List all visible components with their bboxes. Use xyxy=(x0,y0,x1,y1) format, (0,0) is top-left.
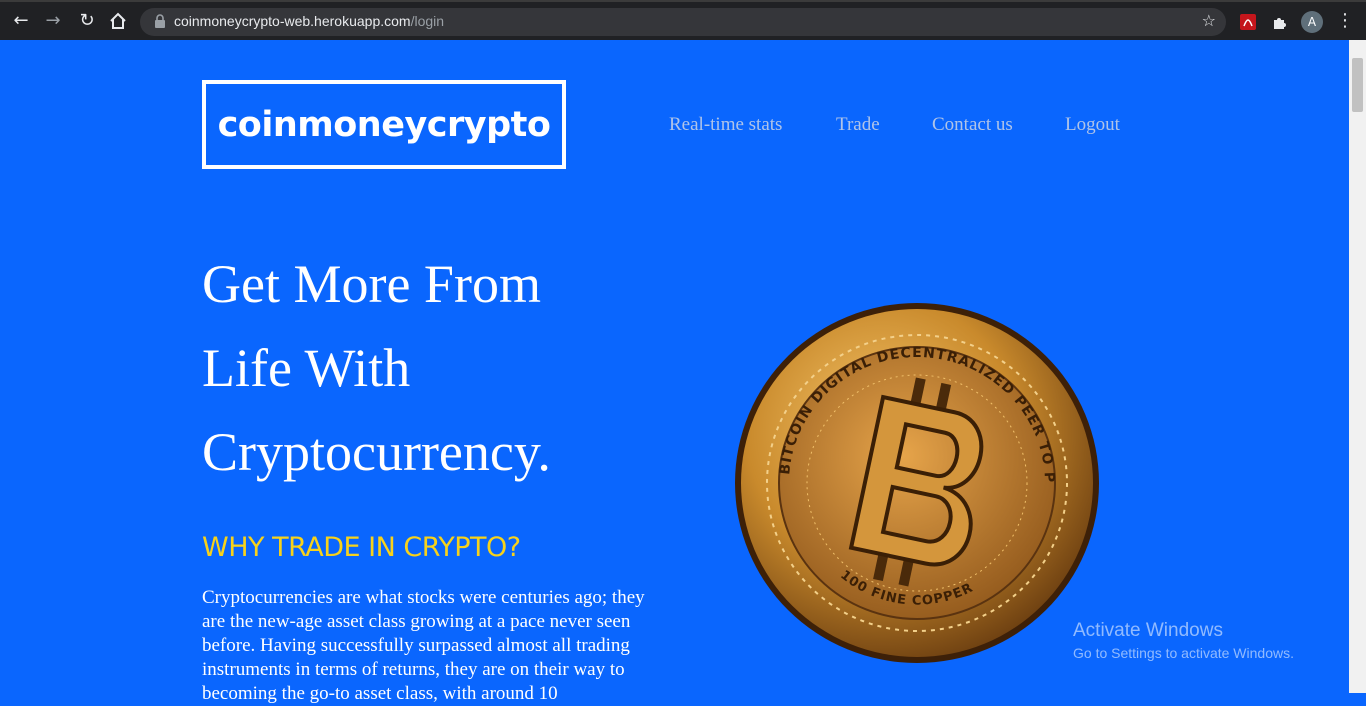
nav-logout[interactable]: Logout xyxy=(1065,114,1120,136)
menu-dots-icon[interactable]: ⋮ xyxy=(1334,10,1356,32)
home-icon[interactable] xyxy=(107,10,129,32)
section-body: Cryptocurrencies are what stocks were ce… xyxy=(202,587,645,704)
nav-real-time-stats[interactable]: Real-time stats xyxy=(669,114,782,136)
hero-line-2: Life With xyxy=(202,338,411,398)
page-scrollbar[interactable] xyxy=(1349,40,1366,693)
forward-arrow-icon[interactable]: → xyxy=(42,10,64,32)
profile-avatar[interactable]: A xyxy=(1301,11,1323,33)
nav-trade[interactable]: Trade xyxy=(836,114,880,136)
activate-windows-title: Activate Windows xyxy=(1073,620,1223,641)
back-arrow-icon[interactable]: ← xyxy=(10,10,32,32)
url-text: coinmoneycrypto-web.herokuapp.com/login xyxy=(174,13,445,29)
browser-toolbar: ← → ↻ coinmoneycrypto-web.herokuapp.com/… xyxy=(0,0,1366,40)
reload-icon[interactable]: ↻ xyxy=(76,10,98,32)
lock-icon xyxy=(155,14,165,28)
section-heading: WHY TRADE IN CRYPTO? xyxy=(202,532,521,563)
extensions-puzzle-icon[interactable] xyxy=(1270,12,1290,32)
hero-title: Get More From Life With Cryptocurrency. xyxy=(202,242,622,494)
site-logo[interactable]: coinmoneycrypto xyxy=(202,80,566,169)
bitcoin-coin-image: BITCOIN DIGITAL DECENTRALIZED PEER TO PE… xyxy=(734,302,1099,663)
hero-line-3: Cryptocurrency. xyxy=(202,422,551,482)
hero-line-1: Get More From xyxy=(202,254,541,314)
scrollbar-thumb[interactable] xyxy=(1352,58,1363,112)
activate-windows-subtitle: Go to Settings to activate Windows. xyxy=(1073,645,1294,661)
bookmark-star-icon[interactable]: ☆ xyxy=(1202,11,1216,30)
nav-contact-us[interactable]: Contact us xyxy=(932,114,1013,136)
pdf-extension-icon[interactable] xyxy=(1238,12,1258,32)
address-bar[interactable]: coinmoneycrypto-web.herokuapp.com/login … xyxy=(140,8,1226,36)
